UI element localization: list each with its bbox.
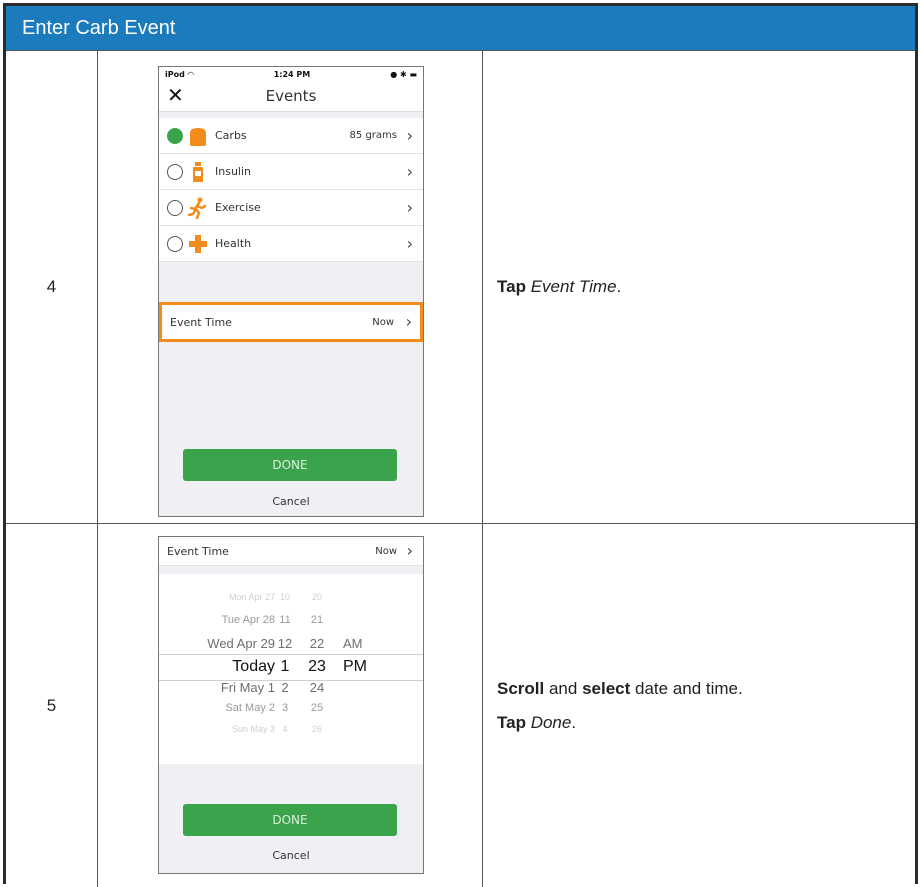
instruction-line: Tap Done. xyxy=(497,712,577,732)
status-bar: iPod ◠ 1:24 PM ● ✱ ▬ xyxy=(159,67,423,81)
chevron-right-icon: › xyxy=(406,541,413,560)
radio-icon[interactable] xyxy=(167,163,183,180)
picker-row[interactable]: Sat May 2 3 25 xyxy=(159,702,423,722)
carbs-icon xyxy=(187,125,209,147)
list-item-insulin[interactable]: Insulin › xyxy=(159,154,423,190)
picker-minute: 22 xyxy=(309,636,325,651)
picker-row[interactable]: Wed Apr 29 12 22 AM xyxy=(159,636,423,656)
step-row: 4 iPod ◠ 1:24 PM ● ✱ ▬ ✕ Events Carbs 85… xyxy=(6,50,915,523)
picker-date: Today xyxy=(232,658,275,675)
screen-title: Events xyxy=(265,87,317,105)
instruction-cell: Tap Event Time. xyxy=(483,51,915,523)
picker-row-selected[interactable]: Today 1 23 PM xyxy=(159,658,423,678)
event-time-value: Now xyxy=(375,545,397,557)
chevron-right-icon: › xyxy=(406,125,413,145)
list-item-exercise[interactable]: Exercise › xyxy=(159,190,423,226)
picker-minute: 20 xyxy=(311,592,322,602)
done-button[interactable]: DONE xyxy=(183,449,397,481)
done-button[interactable]: DONE xyxy=(183,804,397,836)
chevron-right-icon: › xyxy=(406,233,413,253)
cancel-link[interactable]: Cancel xyxy=(159,495,423,508)
list-item-carbs[interactable]: Carbs 85 grams › xyxy=(159,118,423,154)
picker-date: Sat May 2 xyxy=(225,702,275,714)
event-time-label: Event Time xyxy=(170,315,232,329)
item-label: Carbs xyxy=(215,129,247,142)
chevron-right-icon: › xyxy=(406,197,413,217)
step-number: 5 xyxy=(6,524,98,887)
picker-minute: 25 xyxy=(310,702,324,714)
picker-minute: 26 xyxy=(311,724,322,734)
picker-minute: 23 xyxy=(308,658,326,675)
date-time-picker[interactable]: Mon Apr 27 10 20 Tue Apr 28 11 21 Wed Apr 29 12… xyxy=(159,574,423,764)
nav-bar: ✕ Events xyxy=(159,81,423,112)
event-time-row-highlighted[interactable]: Event Time Now › xyxy=(159,302,423,342)
event-type-list: Carbs 85 grams › Insulin › Exercise › He… xyxy=(159,118,423,262)
picker-hour: 3 xyxy=(281,702,289,714)
picker-row[interactable]: Mon Apr 27 10 20 xyxy=(159,592,423,612)
item-label: Exercise xyxy=(215,201,261,214)
picker-date: Sun May 3 xyxy=(231,724,275,734)
picker-row[interactable]: Tue Apr 28 11 21 xyxy=(159,614,423,634)
picker-hour: 1 xyxy=(280,658,290,675)
picker-hour: 4 xyxy=(282,724,288,734)
picker-minute: 24 xyxy=(309,680,325,695)
selection-divider xyxy=(159,654,423,655)
clock: 1:24 PM xyxy=(273,69,311,79)
picker-row[interactable]: Sun May 3 4 26 xyxy=(159,724,423,744)
insulin-icon xyxy=(187,161,209,183)
item-value: 85 grams xyxy=(349,130,397,141)
picker-date: Tue Apr 28 xyxy=(221,614,275,626)
instruction-cell: Scroll and select date and time. Tap Don… xyxy=(483,524,915,887)
screenshot-cell: iPod ◠ 1:24 PM ● ✱ ▬ ✕ Events Carbs 85 g… xyxy=(98,51,483,523)
item-label: Insulin xyxy=(215,165,252,178)
radio-icon[interactable] xyxy=(167,235,183,252)
picker-hour: 12 xyxy=(277,636,293,651)
picker-date: Fri May 1 xyxy=(220,680,275,695)
picker-minute: 21 xyxy=(310,614,324,626)
step-number: 4 xyxy=(6,51,98,523)
picker-hour: 2 xyxy=(281,680,289,695)
picker-date: Wed Apr 29 xyxy=(207,636,275,651)
picker-hour: 10 xyxy=(279,592,290,602)
cancel-link[interactable]: Cancel xyxy=(159,849,423,862)
events-screen: iPod ◠ 1:24 PM ● ✱ ▬ ✕ Events Carbs 85 g… xyxy=(158,66,424,517)
item-label: Health xyxy=(215,237,252,250)
battery-icon: ● ✱ ▬ xyxy=(390,69,417,79)
time-picker-screen: Event Time Now › Mon Apr 27 10 20 Tue Apr 2… xyxy=(158,536,424,874)
event-time-row[interactable]: Event Time Now › xyxy=(159,537,423,566)
instruction-line: Tap Event Time. xyxy=(497,277,622,296)
instruction-table: Enter Carb Event 4 iPod ◠ 1:24 PM ● ✱ ▬ … xyxy=(3,3,918,887)
table-title: Enter Carb Event xyxy=(6,6,915,50)
radio-selected-icon[interactable] xyxy=(167,127,183,144)
picker-row[interactable]: Fri May 1 2 24 xyxy=(159,680,423,700)
chevron-right-icon: › xyxy=(405,312,412,331)
picker-ampm: PM xyxy=(343,658,367,675)
picker-hour: 11 xyxy=(279,614,291,626)
exercise-icon xyxy=(187,197,209,219)
wifi-icon: iPod ◠ xyxy=(165,69,194,79)
picker-date: Mon Apr 27 xyxy=(228,592,275,602)
picker-ampm: AM xyxy=(343,636,363,651)
screenshot-cell: Event Time Now › Mon Apr 27 10 20 Tue Apr 2… xyxy=(98,524,483,887)
health-icon xyxy=(187,233,209,255)
list-item-health[interactable]: Health › xyxy=(159,226,423,262)
selection-divider xyxy=(159,680,423,681)
instruction-line: Scroll and select date and time. xyxy=(497,678,743,698)
event-time-value: Now xyxy=(372,316,394,328)
radio-icon[interactable] xyxy=(167,199,183,216)
event-time-label: Event Time xyxy=(167,544,229,558)
step-row: 5 Event Time Now › Mon Apr 27 10 20 Tue Apr… xyxy=(6,523,915,887)
chevron-right-icon: › xyxy=(406,161,413,181)
carrier: iPod xyxy=(165,69,185,79)
